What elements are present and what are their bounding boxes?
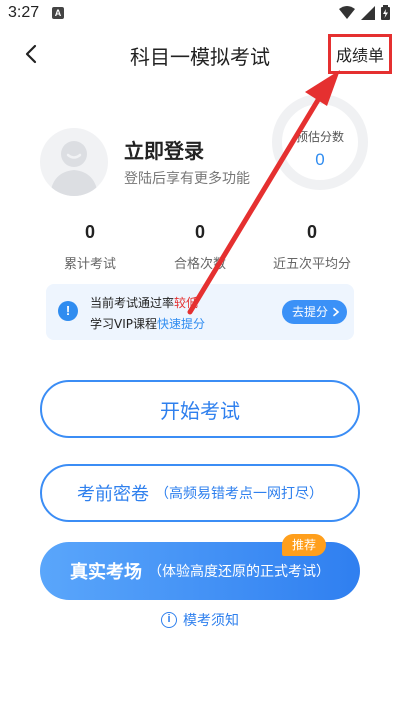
status-time: 3:27 — [8, 4, 40, 21]
secret-paper-sublabel: （高频易错考点一网打尽） — [155, 486, 323, 502]
secret-paper-label: 考前密卷 — [77, 484, 149, 505]
tip-text: 当前考试通过率 — [90, 296, 175, 310]
stat-label: 累计考试 — [63, 257, 116, 272]
start-exam-button[interactable]: 开始考试 — [40, 380, 360, 438]
tip-text: 学习VIP课程 — [90, 317, 157, 331]
tip-highlight: 较低 — [174, 296, 199, 310]
secret-paper-button[interactable]: 考前密卷 （高频易错考点一网打尽） — [40, 464, 360, 522]
avatar[interactable] — [40, 128, 108, 196]
battery-icon — [381, 5, 390, 20]
chevron-right-icon — [333, 307, 340, 317]
estimated-score-label: 预估分数 — [295, 130, 344, 144]
notification-icon: A — [52, 7, 64, 19]
stat-label: 近五次平均分 — [272, 257, 351, 272]
real-exam-label: 真实考场 — [70, 562, 142, 583]
login-title[interactable]: 立即登录 — [124, 135, 204, 164]
user-avatar-icon — [50, 141, 98, 196]
recommend-badge: 推荐 — [282, 534, 327, 556]
exam-notice-link[interactable]: i 模考须知 — [0, 610, 400, 630]
stat-total-exams: 0 累计考试 — [30, 222, 150, 272]
info-icon: i — [161, 612, 177, 628]
stat-value: 0 — [306, 222, 317, 242]
improve-score-label: 去提分 — [292, 305, 329, 319]
header: 科目一模拟考试 成绩单 — [0, 30, 400, 78]
signal-icon — [361, 5, 375, 20]
status-icons — [339, 5, 390, 20]
exam-notice-label: 模考须知 — [183, 613, 239, 629]
start-exam-label: 开始考试 — [160, 398, 240, 423]
stat-label: 合格次数 — [173, 257, 226, 272]
stat-pass-count: 0 合格次数 — [140, 222, 260, 272]
tip-line-2: 学习VIP课程快速提分 — [90, 315, 205, 332]
improve-score-button[interactable]: 去提分 — [282, 300, 348, 324]
login-subtitle: 登陆后享有更多功能 — [124, 171, 250, 187]
score-report-button[interactable]: 成绩单 — [328, 34, 392, 74]
stat-value: 0 — [194, 222, 205, 242]
real-exam-sublabel: （体验高度还原的正式考试） — [148, 564, 330, 580]
wifi-icon — [339, 5, 355, 19]
stat-recent-average: 0 近五次平均分 — [252, 222, 372, 272]
stat-value: 0 — [84, 222, 95, 242]
tip-link[interactable]: 快速提分 — [157, 317, 205, 331]
tip-line-1: 当前考试通过率较低 — [90, 294, 198, 311]
alert-icon: ! — [58, 301, 78, 321]
estimated-score-value: 0 — [315, 150, 325, 169]
pass-rate-tip-banner: ! 当前考试通过率较低 学习VIP课程快速提分 去提分 — [46, 284, 354, 340]
status-bar: 3:27 A — [0, 0, 400, 28]
